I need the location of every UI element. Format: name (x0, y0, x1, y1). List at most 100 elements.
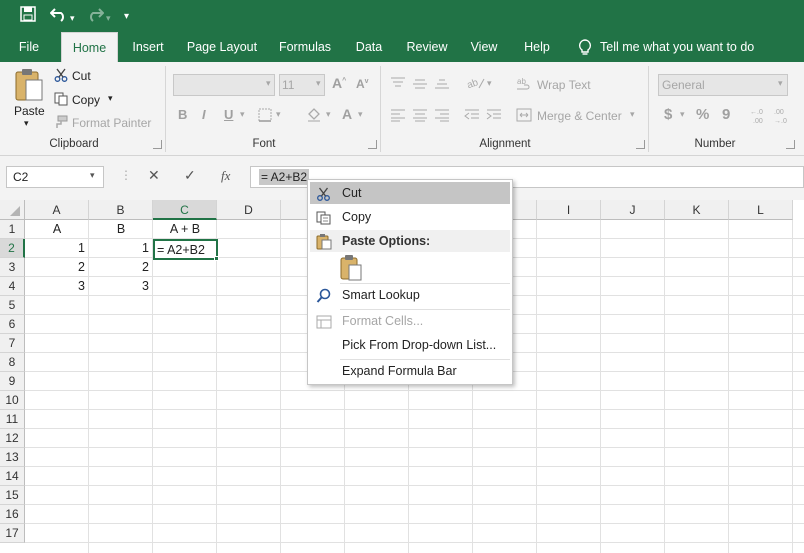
row-header[interactable]: 13 (0, 448, 25, 467)
row-header[interactable]: 9 (0, 372, 25, 391)
paste-icon[interactable] (14, 68, 44, 105)
column-header[interactable]: J (601, 200, 665, 220)
row-header[interactable]: 5 (0, 296, 25, 315)
wrap-text-button: Wrap Text (537, 78, 591, 92)
cell-a2[interactable]: 1 (25, 239, 89, 258)
tab-insert[interactable]: Insert (126, 32, 170, 62)
svg-text:.00: .00 (774, 109, 784, 116)
tell-me-search[interactable]: Tell me what you want to do (600, 32, 760, 62)
alignment-group-label: Alignment (479, 138, 531, 150)
gridline-horizontal (25, 390, 804, 391)
font-size-value: 11 (282, 78, 295, 92)
select-all-corner[interactable] (0, 200, 25, 220)
row-header[interactable]: 1 (0, 220, 25, 239)
tab-review[interactable]: Review (402, 32, 452, 62)
row-header[interactable]: 10 (0, 391, 25, 410)
copy-button[interactable]: Copy (72, 93, 100, 107)
row-header[interactable]: 15 (0, 486, 25, 505)
column-header[interactable]: L (729, 200, 793, 220)
font-group-label: Font (252, 138, 276, 150)
decrease-indent-icon (464, 108, 480, 125)
cell-a3[interactable]: 2 (25, 258, 89, 277)
paste-button[interactable]: Paste (14, 104, 45, 118)
column-header[interactable]: D (217, 200, 281, 220)
cut-button[interactable]: Cut (72, 69, 91, 83)
active-cell-c2[interactable]: = A2+B2 (153, 239, 218, 260)
cell-b2[interactable]: 1 (89, 239, 153, 258)
row-header[interactable]: 16 (0, 505, 25, 524)
undo-icon[interactable] (49, 6, 68, 26)
row-header[interactable]: 14 (0, 467, 25, 486)
save-icon[interactable] (20, 6, 36, 26)
cell-c1[interactable]: A + B (153, 220, 217, 239)
row-header[interactable]: 4 (0, 277, 25, 296)
name-box-dropdown-icon[interactable]: ▾ (90, 170, 95, 181)
tab-page-layout[interactable]: Page Layout (183, 32, 261, 62)
row-header[interactable]: 2 (0, 239, 25, 258)
align-left-icon (390, 108, 406, 125)
font-size-dropdown-icon: ▾ (316, 78, 321, 88)
grow-font-icon: A^ (332, 75, 347, 91)
title-bar: ▾ ▾ ▾ (0, 0, 804, 32)
column-header[interactable]: C (153, 200, 217, 220)
row-header[interactable]: 6 (0, 315, 25, 334)
svg-text:ab: ab (466, 77, 480, 90)
tab-file[interactable]: File (10, 32, 48, 62)
alignment-launcher-icon[interactable] (636, 140, 645, 149)
row-header[interactable]: 7 (0, 334, 25, 353)
paste-option-icon[interactable] (340, 255, 362, 284)
svg-text:→.0: →.0 (774, 118, 787, 124)
row-header[interactable]: 8 (0, 353, 25, 372)
undo-dropdown-icon[interactable]: ▾ (70, 9, 75, 27)
cell-a1[interactable]: A (25, 220, 89, 239)
copy-dropdown-icon[interactable]: ▾ (108, 93, 113, 104)
svg-text:.00: .00 (753, 118, 763, 124)
tab-view[interactable]: View (464, 32, 504, 62)
paste-dropdown-icon[interactable]: ▾ (24, 118, 29, 129)
svg-text:←.0: ←.0 (750, 109, 763, 116)
menu-item-expand-formula-bar[interactable]: Expand Formula Bar (310, 360, 510, 382)
tab-data[interactable]: Data (348, 32, 390, 62)
clipboard-launcher-icon[interactable] (153, 140, 162, 149)
ribbon-separator (648, 66, 649, 152)
insert-function-icon[interactable]: fx (221, 168, 230, 184)
number-format-dropdown-icon: ▾ (778, 78, 783, 88)
tab-formulas[interactable]: Formulas (274, 32, 336, 62)
menu-item-expand-formula-bar-label: Expand Formula Bar (342, 364, 457, 378)
column-header[interactable]: K (665, 200, 729, 220)
fill-handle[interactable] (214, 256, 219, 261)
borders-icon (258, 108, 272, 125)
ribbon: Paste ▾ Cut Copy ▾ Format Painter Clipbo… (0, 62, 804, 156)
format-cells-icon (316, 314, 332, 329)
row-header[interactable]: 12 (0, 429, 25, 448)
tab-home[interactable]: Home (61, 32, 118, 62)
number-launcher-icon[interactable] (786, 140, 795, 149)
cell-a4[interactable]: 3 (25, 277, 89, 296)
menu-item-format-cells: Format Cells... (310, 310, 510, 332)
cell-b3[interactable]: 2 (89, 258, 153, 277)
gridline-horizontal (25, 523, 804, 524)
column-header[interactable]: A (25, 200, 89, 220)
ribbon-separator (380, 66, 381, 152)
cancel-icon[interactable]: ✕ (148, 167, 160, 184)
top-align-icon (390, 76, 406, 93)
row-header[interactable]: 3 (0, 258, 25, 277)
menu-item-copy[interactable]: Copy (310, 206, 510, 228)
cell-b1[interactable]: B (89, 220, 153, 239)
column-header[interactable]: B (89, 200, 153, 220)
font-name-dropdown-icon: ▾ (266, 78, 271, 88)
customize-qat-icon[interactable]: ▾ (124, 8, 129, 26)
cell-b4[interactable]: 3 (89, 277, 153, 296)
enter-icon[interactable]: ✓ (184, 167, 196, 184)
gridline-horizontal (25, 409, 804, 410)
fill-color-dropdown-icon: ▾ (326, 109, 331, 119)
menu-item-pick-from-list[interactable]: Pick From Drop-down List... (310, 334, 510, 356)
tab-help[interactable]: Help (516, 32, 558, 62)
column-header[interactable]: I (537, 200, 601, 220)
row-header[interactable]: 17 (0, 524, 25, 543)
gridline-horizontal (25, 428, 804, 429)
menu-item-cut[interactable]: Cut (310, 182, 510, 204)
font-launcher-icon[interactable] (368, 140, 377, 149)
menu-item-smart-lookup[interactable]: Smart Lookup (310, 284, 510, 306)
row-header[interactable]: 11 (0, 410, 25, 429)
